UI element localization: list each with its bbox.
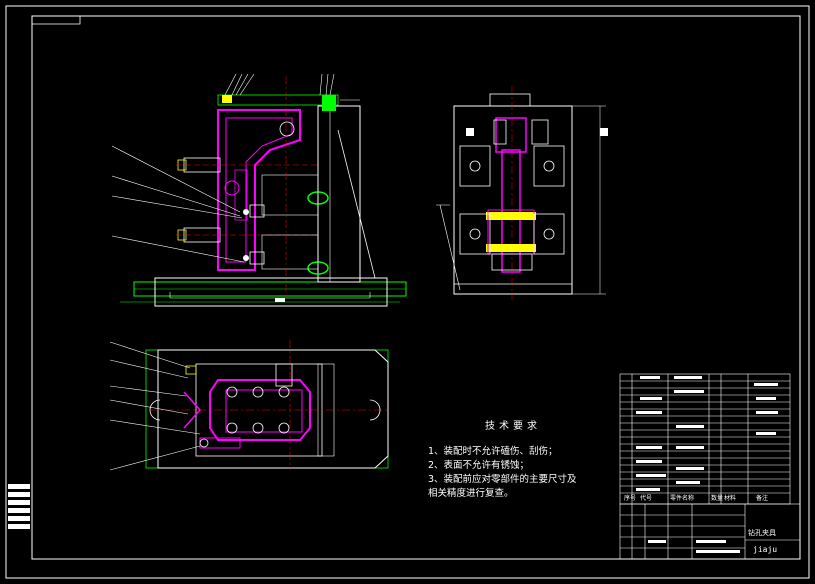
corner-marker <box>32 15 81 25</box>
tech-requirement-item: 2、表面不允许有锈蚀； <box>428 460 530 471</box>
tech-requirements-title: 技术要求 <box>485 421 541 432</box>
tech-requirement-item: 1、装配时不允许磕伤、刮伤； <box>428 446 558 457</box>
bom-header-index: 序号 <box>624 495 637 502</box>
bom-header-remarks: 备注 <box>756 495 769 502</box>
bom-header-code: 代号 <box>640 495 653 502</box>
outer-frame <box>5 5 810 579</box>
tech-requirement-item: 相关精度进行复查。 <box>428 488 514 499</box>
bom-header-material: 材料 <box>724 495 737 502</box>
front-view <box>111 73 407 307</box>
inner-frame <box>31 15 801 560</box>
drawing-name: 钻孔夹具 <box>748 529 776 537</box>
bom-fills <box>636 376 778 491</box>
bom-header-qty: 数量 <box>711 495 724 502</box>
drawing-number: jiaju <box>753 545 778 554</box>
bom-table <box>619 373 791 505</box>
bom-header-name: 零件名称 <box>670 495 695 502</box>
side-view <box>436 86 608 300</box>
revision-block <box>8 484 30 529</box>
top-view <box>109 340 390 471</box>
tech-requirement-item: 3、装配前应对零部件的主要尺寸及 <box>428 474 577 485</box>
title-block-fills <box>648 540 740 553</box>
